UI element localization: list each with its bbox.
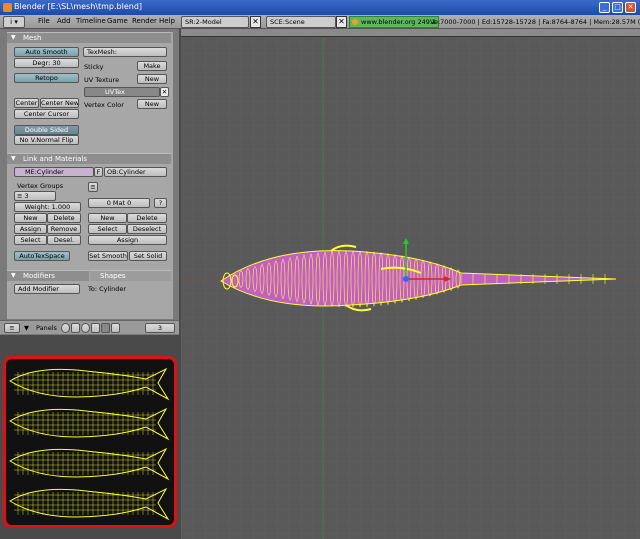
menu-timeline[interactable]: Timeline: [76, 17, 106, 25]
vg-new-button[interactable]: New: [14, 213, 47, 223]
3d-viewport[interactable]: [181, 29, 640, 539]
menu-render[interactable]: Render: [132, 17, 157, 25]
uv-fish-island: [9, 447, 170, 481]
uv-fish-island: [9, 407, 170, 441]
script-context-icon[interactable]: [71, 323, 80, 333]
collapse-triangle-icon[interactable]: ▼: [11, 271, 16, 281]
texmesh-field[interactable]: TexMesh:: [83, 47, 167, 57]
uv-fish-island: [9, 367, 170, 401]
page-number: 3: [157, 324, 163, 332]
editor-type-menu[interactable]: i ▾: [3, 16, 25, 28]
blender-logo-icon: [352, 19, 358, 25]
center-button[interactable]: Center: [14, 98, 39, 108]
delete-scene-button[interactable]: ✕: [336, 16, 347, 28]
link-materials-header[interactable]: ▼ Link and Materials: [7, 153, 171, 164]
vertex-groups-label: Vertex Groups: [17, 182, 64, 190]
degree-field[interactable]: Degr: 30: [14, 58, 79, 68]
logic-context-icon[interactable]: [61, 323, 70, 333]
uv-image-editor: [0, 336, 179, 539]
menu-help[interactable]: Help: [159, 17, 175, 25]
blender-site-link[interactable]: www.blender.org 249.2: [349, 16, 440, 28]
fake-user-button[interactable]: F: [94, 167, 103, 177]
window-title: Blender [E:\SL\mesh\tmp.blend]: [14, 2, 143, 11]
vertex-groups-menu[interactable]: ≡: [88, 182, 98, 192]
vg-assign-button[interactable]: Assign: [14, 224, 47, 234]
center-cursor-button[interactable]: Center Cursor: [14, 109, 79, 119]
mat-new-button[interactable]: New: [88, 213, 127, 223]
uv-texture-label: UV Texture: [84, 76, 120, 84]
mesh-datablock-field[interactable]: ME:Cylinder: [14, 167, 94, 177]
autotexspace-toggle[interactable]: AutoTexSpace: [14, 251, 70, 261]
mesh-panel-title: Mesh: [23, 34, 42, 42]
modifiers-tab-label: Modifiers: [23, 272, 55, 280]
uvtex-delete-icon[interactable]: ✕: [160, 87, 169, 97]
vg-remove-button[interactable]: Remove: [47, 224, 81, 234]
site-label: www.blender.org 249.2: [361, 18, 437, 26]
vertex-color-new-button[interactable]: New: [137, 99, 167, 109]
shading-context-icon[interactable]: [81, 323, 90, 333]
menu-add[interactable]: Add: [57, 17, 71, 25]
mat-select-button[interactable]: Select: [88, 224, 127, 234]
panels-area: ▼ Mesh Auto Smooth Degr: 30 Retopo Cente…: [7, 32, 173, 319]
vg-delete-button[interactable]: Delete: [47, 213, 81, 223]
retopo-toggle[interactable]: Retopo: [14, 73, 79, 83]
tab-modifiers[interactable]: ▼ Modifiers: [7, 270, 89, 281]
auto-smooth-toggle[interactable]: Auto Smooth: [14, 47, 79, 57]
uvtex-layer[interactable]: UVTex: [84, 87, 160, 97]
add-modifier-button[interactable]: Add Modifier: [14, 284, 80, 294]
blender-app-icon: [3, 3, 12, 12]
menu-file[interactable]: File: [38, 17, 50, 25]
mat-deselect-button[interactable]: Deselect: [127, 224, 167, 234]
editor-type-icon[interactable]: ≡: [4, 323, 20, 333]
info-header: i ▾ File Add Timeline Game Render Help S…: [0, 15, 640, 29]
no-vnormal-flip-toggle[interactable]: No V.Normal Flip: [14, 135, 79, 145]
minimize-button[interactable]: _: [599, 2, 610, 13]
panels-menu-arrow-icon[interactable]: ▼: [24, 324, 29, 332]
uv-wireframe: [9, 367, 170, 521]
sticky-make-button[interactable]: Make: [137, 61, 167, 71]
center-new-button[interactable]: Center New: [40, 98, 79, 108]
screen-selector[interactable]: SR:2-Model: [181, 16, 249, 28]
page-number-field[interactable]: 3: [145, 323, 175, 333]
object-context-icon[interactable]: [91, 323, 100, 333]
scene-context-icon[interactable]: [111, 323, 120, 333]
collapse-triangle-icon[interactable]: ▼: [11, 154, 16, 164]
vertex-color-label: Vertex Color: [84, 101, 124, 109]
tab-shapes[interactable]: Shapes: [90, 270, 171, 281]
uv-layout-highlight[interactable]: [3, 356, 177, 528]
object-name-field[interactable]: OB:Cylinder: [104, 167, 167, 177]
delete-screen-button[interactable]: ✕: [250, 16, 261, 28]
material-help-button[interactable]: ?: [154, 198, 167, 208]
maximize-button[interactable]: □: [612, 2, 623, 13]
title-bar: Blender [E:\SL\mesh\tmp.blend] _ □ ✕: [0, 0, 640, 15]
set-solid-button[interactable]: Set Solid: [129, 251, 167, 261]
material-index-field[interactable]: 0 Mat 0: [88, 198, 150, 208]
buttons-header: ≡ ▼ Panels 3: [0, 320, 179, 334]
close-button[interactable]: ✕: [625, 2, 636, 13]
vg-select-button[interactable]: Select: [14, 235, 47, 245]
uv-texture-new-button[interactable]: New: [137, 74, 167, 84]
shapes-tab-label: Shapes: [100, 272, 126, 280]
scene-selector[interactable]: SCE:Scene: [266, 16, 336, 28]
mat-assign-button[interactable]: Assign: [88, 235, 167, 245]
modifier-target-label: To: Cylinder: [88, 285, 127, 293]
collapse-triangle-icon[interactable]: ▼: [11, 33, 16, 43]
weight-field[interactable]: Weight: 1.000: [14, 202, 81, 212]
vertex-group-selector[interactable]: ≡ 3: [14, 191, 56, 201]
scene-stats: Ve:7000-7000 | Ed:15728-15728 | Fa:8764-…: [430, 18, 640, 26]
mat-delete-button[interactable]: Delete: [127, 213, 167, 223]
uv-fish-island: [9, 487, 170, 521]
double-sided-toggle[interactable]: Double Sided: [14, 125, 79, 135]
panels-label: Panels: [36, 324, 57, 332]
viewport-scene: [181, 38, 640, 539]
buttons-window: ▼ Mesh Auto Smooth Degr: 30 Retopo Cente…: [0, 29, 179, 335]
vg-deselect-button[interactable]: Desel.: [47, 235, 81, 245]
editing-context-icon[interactable]: [101, 323, 110, 333]
menu-game[interactable]: Game: [107, 17, 128, 25]
mesh-panel-header[interactable]: ▼ Mesh: [7, 32, 171, 43]
link-materials-title: Link and Materials: [23, 155, 88, 163]
sticky-label: Sticky: [84, 63, 104, 71]
set-smooth-button[interactable]: Set Smooth: [88, 251, 128, 261]
